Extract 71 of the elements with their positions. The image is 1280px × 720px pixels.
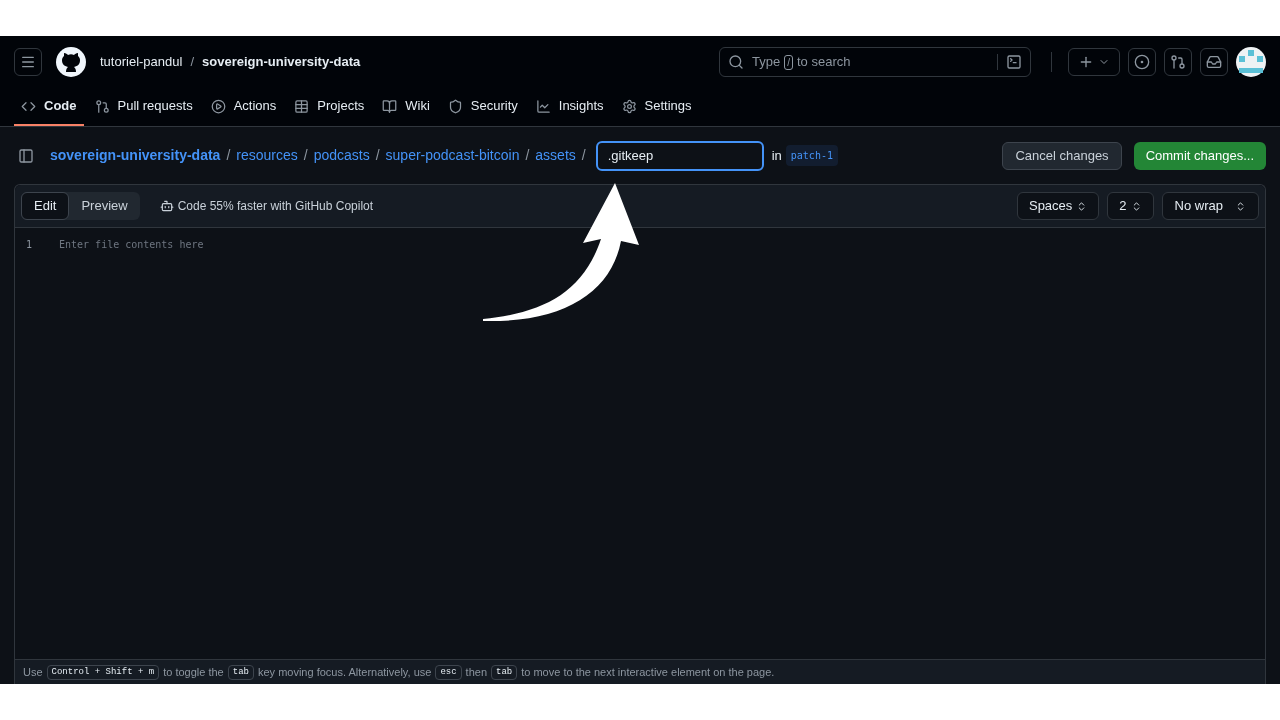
breadcrumb-link[interactable]: resources	[236, 145, 298, 166]
editor-select[interactable]: 2	[1107, 192, 1154, 220]
cancel-button[interactable]: Cancel changes	[1002, 141, 1122, 170]
footer-text: key moving focus. Alternatively, use	[257, 664, 432, 680]
editor-select[interactable]: No wrap	[1161, 192, 1259, 220]
nav-tab[interactable]: Projects	[287, 88, 372, 126]
path-separator: /	[581, 146, 586, 165]
path-separator: /	[525, 146, 530, 165]
filename-field[interactable]: .gitkeep	[595, 140, 764, 171]
menu-icon	[20, 54, 36, 70]
pull-requests-button[interactable]	[1164, 48, 1192, 76]
footer-text: to move to the next interactive element on the page.	[521, 664, 775, 680]
mode-tab[interactable]: Edit	[21, 192, 70, 220]
owner-link[interactable]: tutoriel-pandul	[100, 52, 183, 72]
pull-request-icon	[1170, 54, 1186, 70]
copilot-link[interactable]: Code 55% faster with GitHub Copilot	[177, 197, 374, 215]
issue-icon	[1134, 54, 1150, 70]
avatar-icon[interactable]	[1236, 47, 1266, 77]
shield-icon	[447, 98, 463, 114]
create-button[interactable]	[1068, 48, 1120, 76]
nav-tab[interactable]: Code	[14, 88, 84, 126]
path-separator: /	[303, 146, 308, 165]
breadcrumb-link[interactable]: assets	[535, 145, 576, 166]
book-icon	[382, 98, 398, 114]
menu-button[interactable]	[14, 48, 42, 76]
mode-tab[interactable]: Preview	[69, 192, 140, 220]
issues-button[interactable]	[1128, 48, 1156, 76]
line-number: 1	[25, 237, 33, 252]
path-separator: /	[375, 146, 380, 165]
logo-icon[interactable]	[55, 46, 87, 78]
plus-icon	[1078, 54, 1094, 70]
footer-text: to toggle the	[163, 664, 224, 680]
settings-icon	[621, 98, 637, 114]
keyboard-key: Control + Shift + m	[46, 664, 160, 680]
nav-tab[interactable]: Pull requests	[87, 88, 200, 126]
table-icon	[294, 98, 310, 114]
branch-label: patch-1	[785, 145, 838, 166]
search-icon	[728, 54, 744, 70]
keyboard-key: esc	[435, 664, 462, 680]
repo-link[interactable]: sovereign-university-data	[202, 52, 361, 72]
nav-tab[interactable]: Wiki	[375, 88, 437, 126]
footer-text: Use	[23, 664, 43, 680]
pull-request-icon	[94, 98, 110, 114]
branch-prefix: in	[771, 146, 782, 165]
nav-tab[interactable]: Security	[440, 88, 525, 126]
search-hint: to search	[796, 53, 851, 72]
breadcrumb-link[interactable]: super-podcast-bitcoin	[385, 145, 520, 166]
commit-button[interactable]: Commit changes...	[1133, 141, 1266, 170]
nav-tab[interactable]: Settings	[614, 88, 699, 126]
footer-text: then	[465, 664, 487, 680]
nav-tab[interactable]: Insights	[528, 88, 611, 126]
inbox-icon	[1206, 54, 1222, 70]
nav-tab[interactable]: Actions	[203, 88, 284, 126]
search-field[interactable]: Type / to search	[719, 47, 1031, 77]
editor-select[interactable]: Spaces	[1016, 192, 1100, 220]
search-hint: Type	[752, 53, 781, 72]
copilot-icon	[159, 199, 174, 213]
keyboard-key: /	[784, 54, 793, 70]
sort-icon	[1235, 200, 1246, 212]
inbox-button[interactable]	[1200, 48, 1228, 76]
breadcrumb-link[interactable]: podcasts	[313, 145, 370, 166]
path-separator: /	[226, 146, 231, 165]
command-palette-icon[interactable]	[1006, 54, 1022, 70]
keyboard-key: tab	[227, 664, 254, 680]
path-separator: /	[190, 53, 194, 72]
play-icon	[210, 98, 226, 114]
breadcrumb-link[interactable]: sovereign-university-data	[50, 145, 221, 166]
editor-placeholder[interactable]: Enter file contents here	[59, 236, 204, 252]
graph-icon	[535, 98, 551, 114]
sidebar-toggle-icon[interactable]	[18, 147, 34, 164]
keyboard-key: tab	[491, 664, 518, 680]
